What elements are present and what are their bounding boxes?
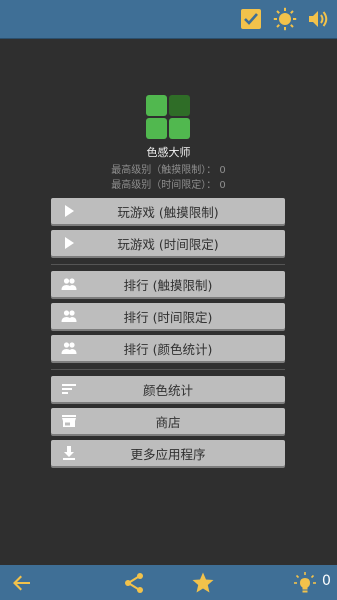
brightness-icon[interactable]	[273, 7, 297, 31]
people-icon	[61, 278, 77, 290]
color-stats-label: 颜色统计	[142, 382, 193, 398]
logo-cell	[169, 118, 190, 139]
sort-icon	[62, 384, 76, 394]
more-apps-button[interactable]: 更多应用程序	[51, 440, 285, 466]
logo-cell	[169, 95, 190, 116]
color-stats-button[interactable]: 颜色统计	[51, 376, 285, 402]
shop-label: 商店	[155, 414, 181, 430]
logo-cell	[146, 118, 167, 139]
play-icon	[65, 237, 74, 249]
rank-time-button[interactable]: 排行 (时间限定)	[51, 303, 285, 329]
people-icon	[61, 310, 77, 322]
star-icon[interactable]	[191, 571, 215, 595]
rank-time-label: 排行 (时间限定)	[123, 309, 213, 325]
divider	[51, 264, 285, 265]
logo-cell	[146, 95, 167, 116]
rank-touch-label: 排行 (触摸限制)	[123, 277, 213, 293]
rank-color-label: 排行 (颜色统计)	[123, 341, 213, 357]
coin-count: 0	[322, 573, 331, 589]
rank-touch-button[interactable]: 排行 (触摸限制)	[51, 271, 285, 297]
lightbulb-icon[interactable]	[293, 571, 317, 595]
rank-color-button[interactable]: 排行 (颜色统计)	[51, 335, 285, 361]
shop-button[interactable]: 商店	[51, 408, 285, 434]
more-apps-label: 更多应用程序	[130, 446, 206, 462]
bottom-bar: 0	[0, 565, 337, 600]
top-actions	[239, 7, 331, 31]
app-title: 色感大师	[146, 146, 191, 159]
divider	[51, 369, 285, 370]
play-time-button[interactable]: 玩游戏 (时间限定)	[51, 230, 285, 256]
top-bar	[0, 0, 337, 39]
play-time-label: 玩游戏 (时间限定)	[117, 236, 219, 252]
best-level-time: 最高级别（时间限定）： 0	[111, 180, 226, 191]
play-touch-button[interactable]: 玩游戏 (触摸限制)	[51, 198, 285, 224]
app-logo	[146, 95, 192, 141]
volume-icon[interactable]	[307, 7, 331, 31]
play-icon	[65, 205, 74, 217]
back-icon[interactable]	[10, 571, 34, 595]
checkbox-icon[interactable]	[239, 7, 263, 31]
download-icon	[63, 446, 75, 460]
share-icon[interactable]	[122, 571, 146, 595]
people-icon	[61, 342, 77, 354]
play-touch-label: 玩游戏 (触摸限制)	[117, 204, 219, 220]
store-icon	[62, 415, 76, 427]
best-level-touch: 最高级别（触摸限制）： 0	[111, 165, 226, 176]
